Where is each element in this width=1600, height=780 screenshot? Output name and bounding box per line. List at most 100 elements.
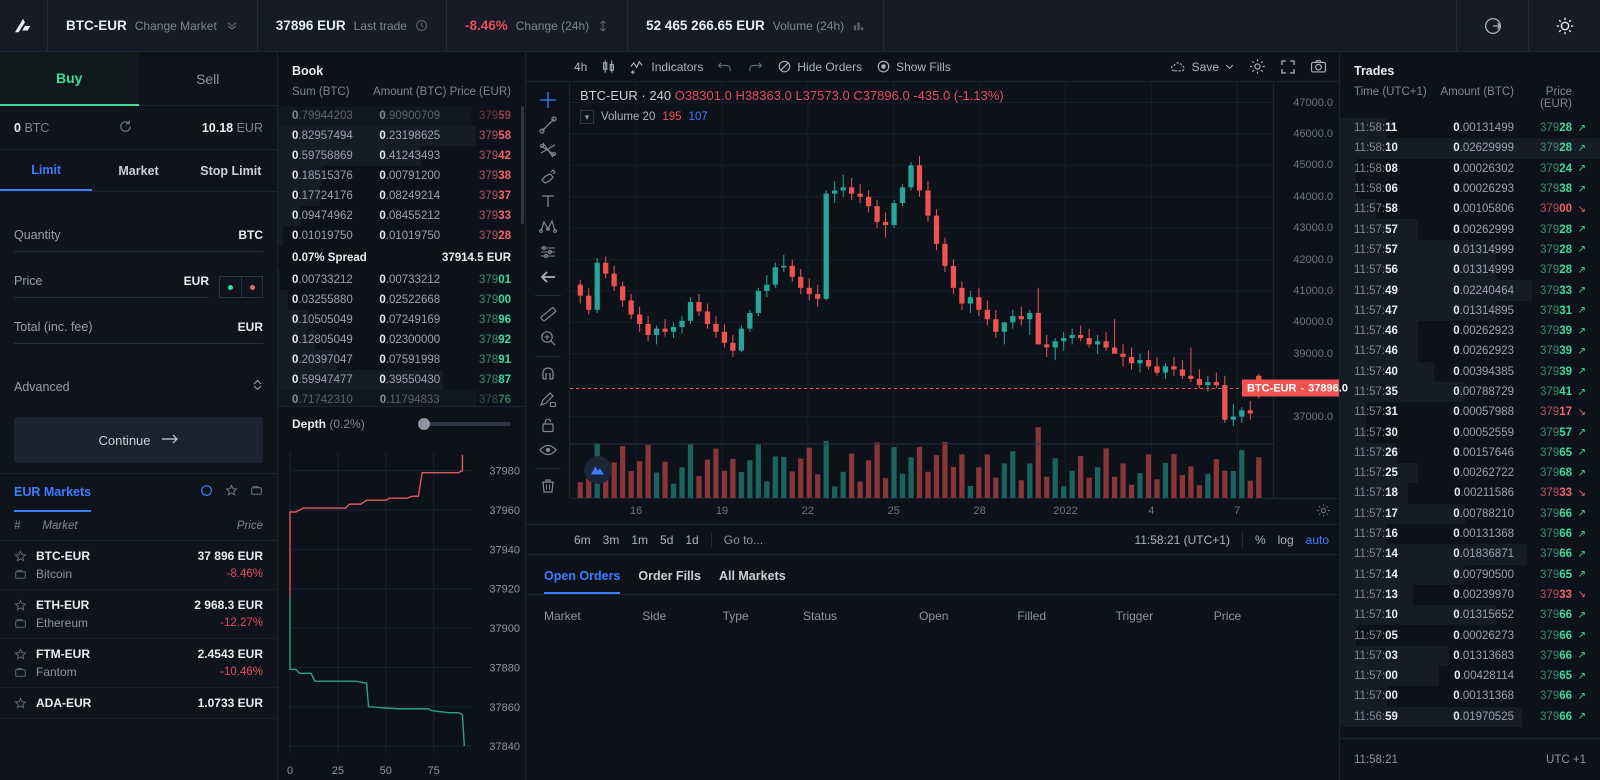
book-row[interactable]: 0.829574940.2319862537958 (278, 126, 525, 146)
trade-row[interactable]: 11:56:590.0197052537966↗ (1340, 707, 1600, 727)
market-row[interactable]: BTC-EUR37 896 EURBitcoin-8.46% (0, 541, 277, 590)
book-row[interactable]: 0.597588690.4124349337942 (278, 146, 525, 166)
time-axis-settings-icon[interactable] (1316, 503, 1331, 523)
logout-button[interactable] (1456, 0, 1528, 51)
book-row[interactable]: 0.599474770.3955043037887 (278, 370, 525, 390)
redo-button[interactable] (747, 60, 763, 74)
book-row[interactable]: 0.177241760.0824921437937 (278, 186, 525, 206)
market-selector[interactable]: BTC-EUR Change Market (48, 0, 258, 51)
tab-market[interactable]: Market (92, 150, 184, 191)
wallet-icon[interactable] (14, 568, 28, 581)
book-row[interactable]: 0.717423100.1179483337876 (278, 390, 525, 406)
orders-column-header[interactable]: Type (723, 609, 803, 623)
forecast-tool[interactable] (531, 240, 565, 263)
tab-limit[interactable]: Limit (0, 150, 92, 191)
tab-all-markets[interactable]: All Markets (719, 569, 786, 594)
trade-row[interactable]: 11:57:350.0078872937941↗ (1340, 382, 1600, 402)
book-row[interactable]: 0.185153760.0079120037938 (278, 166, 525, 186)
pencil-lock-tool[interactable] (531, 388, 565, 411)
trade-row[interactable]: 11:57:460.0026292337939↗ (1340, 321, 1600, 341)
star-icon[interactable] (14, 550, 28, 563)
trade-row[interactable]: 11:57:000.0013136837966↗ (1340, 686, 1600, 706)
trade-row[interactable]: 11:57:470.0131489537931↗ (1340, 301, 1600, 321)
trade-row[interactable]: 11:58:110.0013149937928↗ (1340, 118, 1600, 138)
range-1m[interactable]: 1m (631, 533, 648, 547)
tab-sell[interactable]: Sell (139, 52, 278, 106)
orders-column-header[interactable]: Filled (1017, 609, 1115, 623)
goto-button[interactable]: Go to... (711, 533, 763, 547)
trade-row[interactable]: 11:57:570.0026299937928↗ (1340, 219, 1600, 239)
tab-stop-limit[interactable]: Stop Limit (185, 150, 277, 191)
price-axis[interactable]: 47000.046000.045000.044000.043000.042000… (1273, 82, 1339, 498)
wallet-icon[interactable] (250, 484, 263, 502)
trade-row[interactable]: 11:57:160.0013136837966↗ (1340, 524, 1600, 544)
trade-row[interactable]: 11:57:140.0183687137966↗ (1340, 544, 1600, 564)
book-row[interactable]: 0.007332120.0073321237901 (278, 270, 525, 290)
market-row[interactable]: ADA-EUR1.0733 EUR (0, 688, 277, 719)
trade-row[interactable]: 11:57:580.0010580637900↘ (1340, 199, 1600, 219)
trade-row[interactable]: 11:57:170.0078821037966↗ (1340, 504, 1600, 524)
book-scrollbar[interactable] (521, 106, 524, 224)
continue-button[interactable]: Continue (14, 417, 263, 463)
trade-row[interactable]: 11:58:060.0002629337938↗ (1340, 179, 1600, 199)
markets-title[interactable]: EUR Markets (14, 474, 91, 512)
trade-row[interactable]: 11:57:130.0023997037933↘ (1340, 585, 1600, 605)
volume-collapse-icon[interactable]: ▾ (580, 110, 594, 124)
auto-scale-button[interactable]: auto (1306, 533, 1329, 547)
ruler-tool[interactable] (531, 301, 565, 324)
brush-tool[interactable] (531, 164, 565, 187)
price-bid-button[interactable] (219, 276, 241, 298)
save-button[interactable]: Save (1170, 60, 1235, 74)
depth-slider[interactable] (421, 422, 511, 426)
visibility-tool[interactable] (531, 439, 565, 462)
interval-button[interactable]: 4h (574, 60, 587, 74)
orders-column-header[interactable]: Open (919, 609, 1017, 623)
indicators-button[interactable]: Indicators (630, 59, 703, 74)
trash-tool[interactable] (531, 475, 565, 498)
trade-row[interactable]: 11:57:310.0005798837917↘ (1340, 402, 1600, 422)
trade-row[interactable]: 11:57:100.0131565237966↗ (1340, 605, 1600, 625)
trade-row[interactable]: 11:58:100.0262999937928↗ (1340, 138, 1600, 158)
screenshot-button[interactable] (1310, 59, 1327, 74)
trade-row[interactable]: 11:57:460.0026292337939↗ (1340, 341, 1600, 361)
book-row[interactable]: 0.094749620.0845521237933 (278, 206, 525, 226)
candlestick-chart[interactable]: BTC-EUR · 240 O38301.0 H38363.0 L37573.0… (570, 82, 1273, 498)
star-icon[interactable] (14, 599, 28, 612)
log-scale-button[interactable]: log (1278, 533, 1294, 547)
candlestick-type-button[interactable] (601, 59, 616, 74)
magnet-tool[interactable] (531, 363, 565, 386)
star-icon[interactable] (14, 648, 28, 661)
book-row[interactable]: 0.128050490.0230000037892 (278, 330, 525, 350)
app-logo[interactable] (0, 0, 48, 51)
trade-row[interactable]: 11:58:080.0002630237924↗ (1340, 159, 1600, 179)
range-3m[interactable]: 3m (603, 533, 620, 547)
advanced-toggle[interactable]: Advanced (14, 344, 263, 395)
orders-column-header[interactable]: Status (803, 609, 919, 623)
book-row[interactable]: 0.010197500.0101975037928 (278, 226, 525, 246)
market-row[interactable]: ETH-EUR2 968.3 EUREthereum-12.27% (0, 590, 277, 639)
book-row[interactable]: 0.105050490.0724916937896 (278, 310, 525, 330)
trade-row[interactable]: 11:57:300.0005255937957↗ (1340, 422, 1600, 442)
zoom-tool[interactable] (531, 327, 565, 350)
wallet-icon[interactable] (14, 617, 28, 630)
orders-column-header[interactable]: Trigger (1116, 609, 1214, 623)
tab-open-orders[interactable]: Open Orders (544, 569, 620, 594)
star-icon[interactable] (14, 697, 28, 710)
market-row[interactable]: FTM-EUR2.4543 EURFantom-10.46% (0, 639, 277, 688)
tab-order-fills[interactable]: Order Fills (638, 569, 701, 594)
undo-button[interactable] (717, 60, 733, 74)
book-row[interactable]: 0.032558800.0252266837900 (278, 290, 525, 310)
star-icon[interactable] (225, 484, 238, 502)
trade-row[interactable]: 11:57:490.0224046437933↗ (1340, 280, 1600, 300)
trade-row[interactable]: 11:57:140.0079050037965↗ (1340, 565, 1600, 585)
text-tool[interactable] (531, 189, 565, 212)
range-5d[interactable]: 5d (660, 533, 673, 547)
show-fills-button[interactable]: Show Fills (876, 59, 951, 74)
orders-column-header[interactable]: Side (642, 609, 722, 623)
book-row[interactable]: 0.799442030.9090070937959 (278, 106, 525, 126)
fullscreen-button[interactable] (1280, 59, 1296, 75)
wallet-icon[interactable] (14, 666, 28, 679)
orders-column-header[interactable]: Market (544, 609, 642, 623)
trade-row[interactable]: 11:57:560.0131499937928↗ (1340, 260, 1600, 280)
price-ask-button[interactable] (241, 276, 263, 298)
